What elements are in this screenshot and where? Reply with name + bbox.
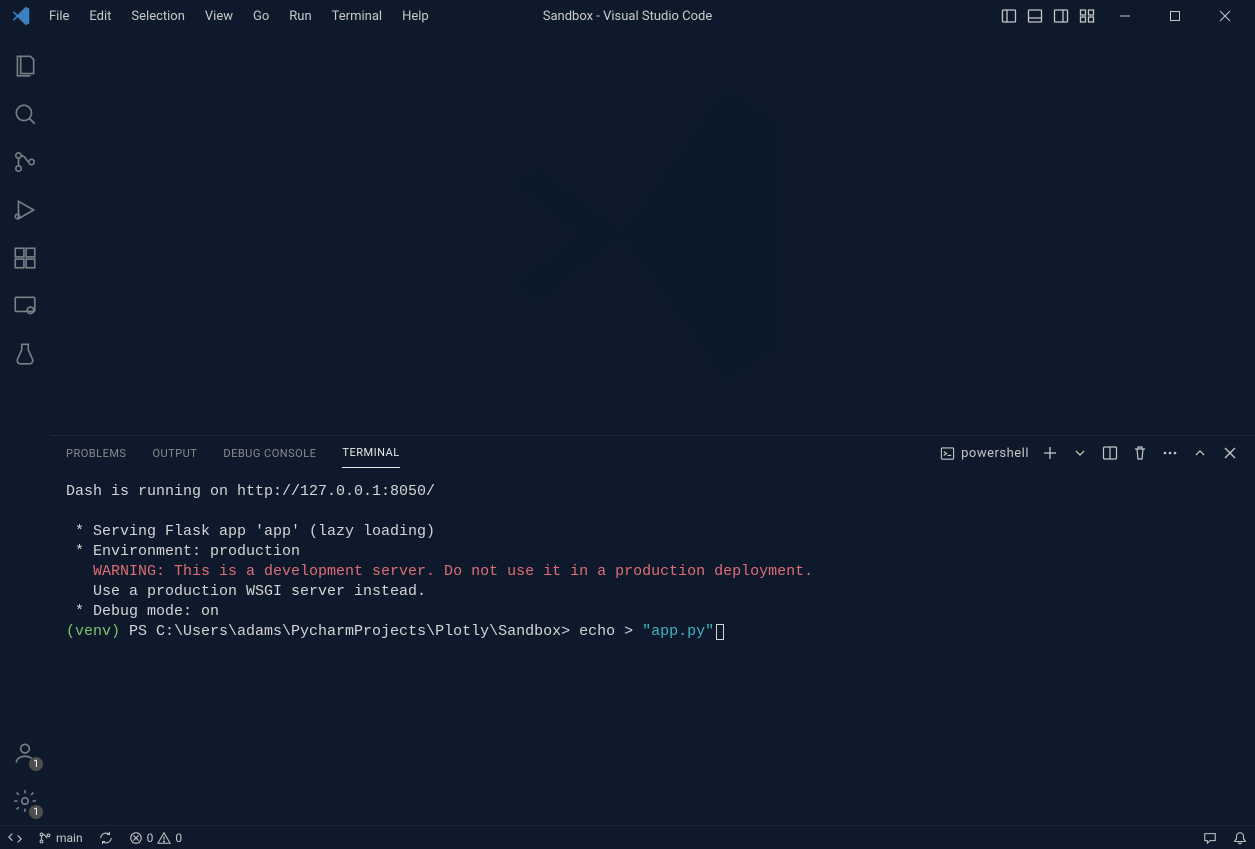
term-line: * Debug mode: on — [66, 603, 219, 620]
window-maximize-button[interactable] — [1155, 1, 1195, 31]
warning-icon — [157, 831, 171, 845]
panel: PROBLEMS OUTPUT DEBUG CONSOLE TERMINAL p… — [50, 435, 1255, 825]
terminal-icon — [940, 446, 955, 461]
sync-indicator[interactable] — [91, 826, 121, 849]
term-cmd: echo — [579, 623, 615, 640]
menu-terminal[interactable]: Terminal — [323, 5, 391, 28]
term-line: Dash is running on http://127.0.0.1:8050… — [66, 483, 435, 500]
split-terminal-button[interactable] — [1101, 444, 1119, 462]
git-branch-icon — [38, 831, 52, 845]
activity-bar: 1 1 — [0, 32, 50, 825]
testing-icon[interactable] — [1, 330, 49, 378]
term-prompt-path: PS C:\Users\adams\PycharmProjects\Plotly… — [120, 623, 579, 640]
explorer-icon[interactable] — [1, 42, 49, 90]
sync-icon — [99, 831, 113, 845]
settings-badge: 1 — [29, 805, 43, 819]
notifications-indicator[interactable] — [1225, 826, 1255, 849]
tab-debug-console[interactable]: DEBUG CONSOLE — [223, 439, 316, 468]
remote-explorer-icon[interactable] — [1, 282, 49, 330]
tab-problems[interactable]: PROBLEMS — [66, 439, 126, 468]
search-icon[interactable] — [1, 90, 49, 138]
term-cmd-arg: "app.py" — [642, 623, 714, 640]
term-line: * Environment: production — [66, 543, 300, 560]
toggle-secondary-sidebar-icon[interactable] — [1053, 8, 1069, 24]
warning-count: 0 — [175, 831, 182, 845]
title-bar: File Edit Selection View Go Run Terminal… — [0, 0, 1255, 32]
terminal-shell-name: powershell — [961, 446, 1029, 461]
settings-gear-icon[interactable]: 1 — [1, 777, 49, 825]
term-line: * Serving Flask app 'app' (lazy loading) — [66, 523, 435, 540]
term-cmd: > — [615, 623, 642, 640]
terminal-output[interactable]: Dash is running on http://127.0.0.1:8050… — [50, 470, 1255, 825]
vscode-watermark-icon — [473, 54, 833, 414]
panel-tabs: PROBLEMS OUTPUT DEBUG CONSOLE TERMINAL p… — [50, 436, 1255, 470]
vscode-logo-icon — [10, 5, 32, 27]
term-venv: (venv) — [66, 623, 120, 640]
bell-icon — [1233, 831, 1247, 845]
window-close-button[interactable] — [1205, 1, 1245, 31]
git-branch-indicator[interactable]: main — [30, 826, 91, 849]
kill-terminal-button[interactable] — [1131, 444, 1149, 462]
remote-indicator[interactable] — [0, 826, 30, 849]
menu-edit[interactable]: Edit — [80, 5, 120, 28]
window-title: Sandbox - Visual Studio Code — [543, 9, 713, 24]
menu-go[interactable]: Go — [244, 5, 278, 28]
close-panel-button[interactable] — [1221, 444, 1239, 462]
source-control-icon[interactable] — [1, 138, 49, 186]
extensions-icon[interactable] — [1, 234, 49, 282]
editor-empty-watermark — [50, 32, 1255, 435]
customize-layout-icon[interactable] — [1079, 8, 1095, 24]
maximize-panel-button[interactable] — [1191, 444, 1209, 462]
problems-indicator[interactable]: 0 0 — [121, 826, 191, 849]
menu-bar: File Edit Selection View Go Run Terminal… — [40, 5, 438, 28]
term-line-warning: WARNING: This is a development server. D… — [66, 563, 813, 580]
terminal-cursor — [716, 624, 724, 640]
menu-view[interactable]: View — [196, 5, 242, 28]
remote-icon — [8, 831, 22, 845]
accounts-badge: 1 — [29, 757, 43, 771]
menu-run[interactable]: Run — [280, 5, 320, 28]
terminal-shell-selector[interactable]: powershell — [940, 446, 1029, 461]
new-terminal-button[interactable] — [1041, 444, 1059, 462]
accounts-icon[interactable]: 1 — [1, 729, 49, 777]
menu-help[interactable]: Help — [393, 5, 438, 28]
menu-file[interactable]: File — [40, 5, 78, 28]
menu-selection[interactable]: Selection — [122, 5, 193, 28]
run-debug-icon[interactable] — [1, 186, 49, 234]
error-icon — [129, 831, 143, 845]
error-count: 0 — [147, 831, 154, 845]
window-minimize-button[interactable] — [1105, 1, 1145, 31]
titlebar-right — [1001, 1, 1249, 31]
tab-output[interactable]: OUTPUT — [152, 439, 197, 468]
terminal-dropdown-button[interactable] — [1071, 444, 1089, 462]
term-line: Use a production WSGI server instead. — [66, 583, 426, 600]
status-bar: main 0 0 — [0, 825, 1255, 849]
more-actions-button[interactable] — [1161, 444, 1179, 462]
toggle-panel-icon[interactable] — [1027, 8, 1043, 24]
feedback-icon — [1203, 831, 1217, 845]
toggle-primary-sidebar-icon[interactable] — [1001, 8, 1017, 24]
feedback-indicator[interactable] — [1195, 826, 1225, 849]
tab-terminal[interactable]: TERMINAL — [342, 438, 399, 468]
git-branch-name: main — [56, 831, 83, 845]
